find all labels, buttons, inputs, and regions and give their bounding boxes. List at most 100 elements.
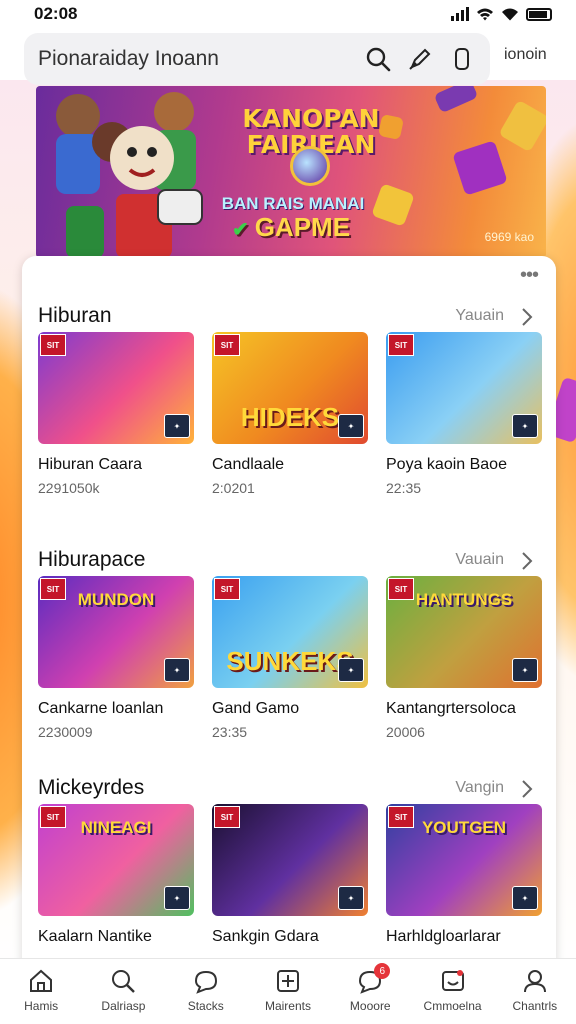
hero-orb	[290, 146, 330, 186]
content-card: ••• Hiburan Yauain SIT ✦ Hiburan Caara 22…	[22, 256, 556, 976]
check-icon: ✔	[231, 219, 249, 241]
dice-decoration	[377, 113, 405, 141]
nav-label: Dalriasp	[101, 999, 146, 1013]
home-icon	[30, 969, 53, 992]
battery-icon	[526, 7, 552, 21]
status-icons	[451, 7, 552, 21]
search-icon	[112, 970, 136, 993]
dice-decoration	[371, 183, 415, 227]
grid-card-icon	[276, 970, 299, 992]
game-meta: 2:0201	[212, 480, 255, 496]
game-tile[interactable]: SIT NINEAGI ✦ Kaalarn Nantike	[38, 804, 194, 946]
game-thumbnail[interactable]: SIT HIDEKS ✦	[212, 332, 368, 444]
rating-badge-icon: ✦	[164, 414, 190, 438]
section-title: Hiburan	[38, 304, 112, 327]
nav-item-profile[interactable]: Chantrls	[494, 959, 576, 1024]
search-bar[interactable]: Pionaraiday Inoann	[24, 33, 490, 85]
section-see-all[interactable]: Yauain	[455, 307, 504, 325]
hero-tag: 6969 kao	[484, 230, 534, 244]
game-meta: 23:35	[212, 724, 248, 740]
profile-icon	[523, 970, 546, 993]
game-title: Harhldgloarlarar	[386, 928, 501, 945]
wifi-alt-icon	[502, 8, 518, 21]
nav-item-home[interactable]: Hamis	[0, 959, 82, 1024]
game-tile[interactable]: SIT ✦ Hiburan Caara 2291050k	[38, 332, 194, 496]
rating-badge-icon: ✦	[164, 658, 190, 682]
nav-item-more[interactable]: 6 Mooore	[329, 959, 411, 1024]
nav-item-stacks[interactable]: Stacks	[165, 959, 247, 1024]
game-thumbnail[interactable]: SIT SUNKEKS ✦	[212, 576, 368, 688]
thumbnail-title: YOUTGEN	[421, 818, 507, 837]
section-title: Hiburapace	[38, 548, 146, 571]
game-tile[interactable]: SIT SUNKEKS ✦ Gand Gamo 23:35	[212, 576, 368, 740]
flag-badge-icon: SIT	[388, 334, 414, 356]
rating-badge-icon: ✦	[512, 886, 538, 910]
game-thumbnail[interactable]: SIT HANTUNGS ✦	[386, 576, 542, 688]
rating-badge-icon: ✦	[164, 886, 190, 910]
hero-game-text: GAPME	[254, 212, 351, 242]
more-options-icon[interactable]: •••	[520, 265, 539, 285]
section-title: Mickeyrdes	[38, 776, 145, 799]
game-title: Sankgin Gdara	[212, 928, 319, 945]
game-tile[interactable]: SIT ✦ Poya kaoin Baoe 22:35	[386, 332, 542, 496]
game-tile[interactable]: SIT ✦ Sankgin Gdara	[212, 804, 368, 946]
flag-badge-icon: SIT	[40, 334, 66, 356]
chat-bubble-icon	[194, 970, 217, 994]
chevron-right-icon[interactable]	[520, 779, 534, 799]
game-tile[interactable]: SIT YOUTGEN ✦ Harhldgloarlarar	[386, 804, 542, 946]
game-title: Hiburan Caara	[38, 456, 143, 473]
dice-decoration	[498, 99, 546, 153]
game-tile[interactable]: SIT MUNDON ✦ Cankarne loanlan 2230009	[38, 576, 194, 740]
bottom-nav: Hamis Dalriasp Stacks Mairents 6 Mooore …	[0, 958, 576, 1024]
nav-label: Stacks	[187, 999, 224, 1013]
flag-badge-icon: SIT	[214, 806, 240, 828]
nav-item-search[interactable]: Dalriasp	[82, 959, 164, 1024]
game-title: Kantangrtersoloca	[386, 700, 516, 717]
game-thumbnail[interactable]: SIT YOUTGEN ✦	[386, 804, 542, 916]
hero-banner[interactable]: KANOPAN FAIRIEAN BAN RAIS MANAI ✔ GAPME 6…	[36, 86, 546, 258]
flag-badge-icon: SIT	[214, 334, 240, 356]
game-title: Cankarne loanlan	[38, 700, 164, 717]
tile-row: SIT NINEAGI ✦ Kaalarn Nantike SIT ✦ Sankgin…	[38, 804, 542, 946]
search-icon[interactable]	[364, 45, 392, 73]
nav-label: Chantrls	[512, 999, 558, 1013]
game-title: Candlaale	[212, 456, 285, 473]
thumbnail-title: MUNDON	[77, 590, 155, 609]
game-tile[interactable]: SIT HANTUNGS ✦ Kantangrtersoloca 20006	[386, 576, 542, 740]
nav-label: Mairents	[264, 999, 311, 1013]
dice-decoration	[433, 86, 479, 114]
chevron-right-icon[interactable]	[520, 307, 534, 327]
phone-icon[interactable]	[448, 45, 476, 73]
rating-badge-icon: ✦	[338, 414, 364, 438]
thumbnail-title: NINEAGI	[80, 818, 152, 837]
section-see-all[interactable]: Vauain	[455, 551, 504, 569]
notification-badge: 6	[374, 963, 391, 979]
thumbnail-title: HANTUNGS	[415, 590, 513, 609]
game-meta: 22:35	[386, 480, 422, 496]
section-see-all[interactable]: Vangin	[455, 779, 504, 797]
rating-badge-icon: ✦	[338, 886, 364, 910]
search-input[interactable]: Pionaraiday Inoann	[38, 47, 350, 71]
game-thumbnail[interactable]: SIT ✦	[212, 804, 368, 916]
rating-badge-icon: ✦	[338, 658, 364, 682]
game-thumbnail[interactable]: SIT ✦	[386, 332, 542, 444]
nav-item-mairents[interactable]: Mairents	[247, 959, 329, 1024]
game-thumbnail[interactable]: SIT MUNDON ✦	[38, 576, 194, 688]
nav-item-cmmoelna[interactable]: Cmmoelna	[411, 959, 493, 1024]
nav-label: Mooore	[349, 999, 391, 1013]
game-title: Gand Gamo	[212, 700, 300, 717]
game-thumbnail[interactable]: SIT NINEAGI ✦	[38, 804, 194, 916]
flag-badge-icon: SIT	[214, 578, 240, 600]
game-tile[interactable]: SIT HIDEKS ✦ Candlaale 2:0201	[212, 332, 368, 496]
game-thumbnail[interactable]: SIT ✦	[38, 332, 194, 444]
game-title: Poya kaoin Baoe	[386, 456, 507, 473]
top-right-link[interactable]: ionoin	[504, 46, 547, 64]
wifi-icon	[477, 8, 493, 21]
status-time: 02:08	[34, 4, 78, 23]
pen-icon[interactable]	[406, 45, 434, 73]
hero-game-label: ✔ GAPME	[216, 212, 366, 243]
game-title: Kaalarn Nantike	[38, 928, 152, 945]
chevron-right-icon[interactable]	[520, 551, 534, 571]
hero-characters-art	[56, 92, 203, 258]
game-card-icon	[441, 970, 464, 991]
